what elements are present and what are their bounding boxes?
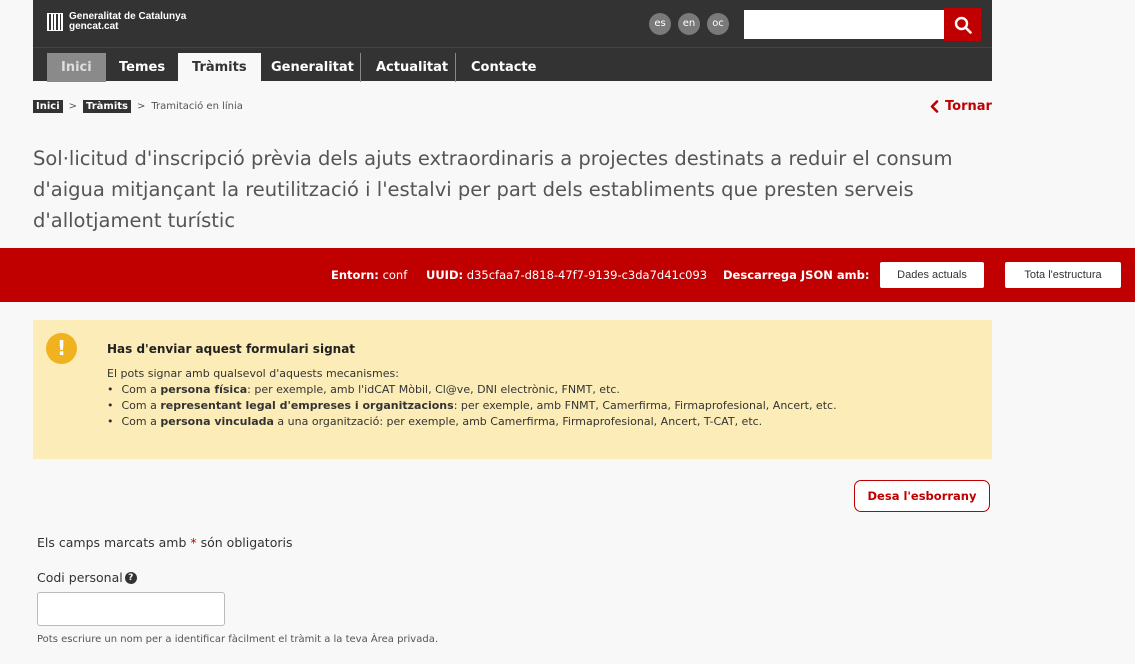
nav-generalitat[interactable]: Generalitat [257, 53, 368, 82]
gencat-logo[interactable]: Generalitat de Catalunya gencat.cat [47, 12, 186, 32]
nav-tramits[interactable]: Tràmits [178, 53, 261, 82]
nav-contacte[interactable]: Contacte [457, 53, 550, 82]
question-icon[interactable]: ? [124, 571, 137, 584]
breadcrumb: Inici > Tràmits > Tramitació en línia [33, 100, 243, 113]
back-link[interactable]: Tornar [930, 99, 992, 114]
breadcrumb-tramits[interactable]: Tràmits [83, 100, 131, 113]
top-header: Generalitat de Catalunya gencat.cat es e… [33, 0, 992, 47]
entorn-value: conf [382, 268, 408, 282]
uuid-label: UUID: [426, 268, 464, 282]
page-title: Sol·licitud d'inscripció prèvia dels aju… [33, 147, 953, 232]
search-button[interactable] [944, 8, 981, 41]
nav-divider [360, 53, 361, 82]
warning-intro: El pots signar amb qualsevol d'aquests m… [107, 367, 399, 380]
required-star: * [190, 535, 197, 550]
breadcrumb-separator: > [137, 101, 146, 112]
uuid-value: d35cfaa7-d818-47f7-9139-c3da7d41c093 [466, 268, 708, 282]
nav-divider [455, 53, 456, 82]
signature-warning: ! Has d'enviar aquest formulari signat E… [33, 320, 992, 459]
warning-title: Has d'enviar aquest formulari signat [107, 342, 356, 356]
uuid-info: UUID: d35cfaa7-d818-47f7-9139-c3da7d41c0… [426, 268, 707, 282]
codi-personal-input[interactable] [37, 592, 225, 626]
nav-actualitat[interactable]: Actualitat [362, 53, 462, 82]
language-selector: es en oc [649, 13, 729, 35]
list-item: Com a representant legal d'empreses i or… [107, 398, 837, 414]
list-item: Com a persona vinculada a una organitzac… [107, 414, 837, 430]
codi-personal-label: Codi personal ? [37, 570, 137, 585]
save-draft-button[interactable]: Desa l'esborrany [854, 480, 990, 512]
nav-inici[interactable]: Inici [47, 53, 106, 82]
lang-oc[interactable]: oc [707, 13, 729, 35]
breadcrumb-inici[interactable]: Inici [33, 100, 63, 113]
brand-domain: gencat.cat [69, 21, 119, 32]
list-item: Com a persona física: per exemple, amb l… [107, 382, 837, 398]
lang-es[interactable]: es [649, 13, 671, 35]
environment-bar: Entorn: conf UUID: d35cfaa7-d818-47f7-91… [0, 248, 1135, 302]
chevron-left-icon [930, 100, 939, 113]
lang-en[interactable]: en [678, 13, 700, 35]
signature-methods-list: Com a persona física: per exemple, amb l… [107, 382, 837, 430]
search-input[interactable] [744, 10, 944, 39]
entorn-label: Entorn: [331, 268, 379, 282]
breadcrumb-current: Tramitació en línia [151, 101, 243, 112]
download-label: Descarrega JSON amb: [723, 268, 870, 282]
main-nav: Inici Temes Tràmits Generalitat Actualit… [33, 47, 992, 82]
search-icon [954, 16, 972, 34]
download-current-data-button[interactable]: Dades actuals [880, 262, 984, 288]
nav-temes[interactable]: Temes [105, 53, 179, 82]
codi-personal-help: Pots escriure un nom per a identificar f… [37, 634, 439, 645]
entorn-info: Entorn: conf [331, 268, 407, 282]
breadcrumb-separator: > [68, 101, 78, 112]
back-label: Tornar [945, 99, 992, 114]
gencat-emblem-icon [47, 13, 63, 31]
download-full-structure-button[interactable]: Tota l'estructura [1005, 262, 1121, 288]
required-fields-note: Els camps marcats amb * són obligatoris [37, 535, 293, 550]
exclamation-icon: ! [46, 333, 77, 364]
